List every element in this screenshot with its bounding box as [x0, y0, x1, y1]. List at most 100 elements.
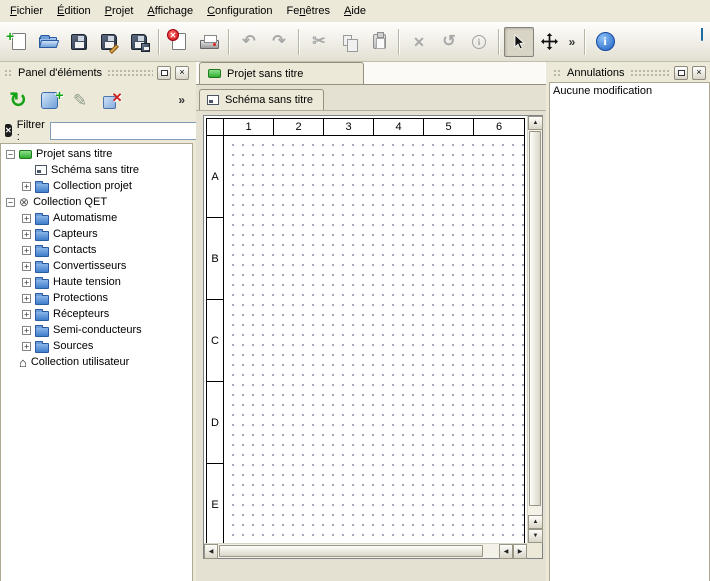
move-mode-button[interactable] [534, 27, 564, 57]
close-project-button[interactable]: ✕ [164, 27, 194, 57]
print-icon [200, 40, 219, 49]
dock-grip [553, 69, 562, 77]
paste-button[interactable] [364, 27, 394, 57]
save-button[interactable] [64, 27, 94, 57]
expand-icon[interactable]: + [22, 182, 31, 191]
collapse-icon[interactable]: − [6, 198, 15, 207]
tree-item-capteurs[interactable]: + Capteurs [1, 226, 192, 242]
expand-icon[interactable]: + [22, 342, 31, 351]
dock-close-button[interactable]: × [692, 66, 706, 80]
toolbar-overflow-button[interactable]: » [564, 27, 580, 57]
panel-overflow-button[interactable]: » [174, 93, 189, 107]
tree-item-label: Collection projet [53, 180, 132, 192]
mdi-area: Projet sans titre Schéma sans titre 1 2 [196, 62, 546, 581]
scroll-right-button[interactable]: ▶ [513, 544, 527, 559]
rotate-button[interactable]: ↺ [434, 27, 464, 57]
expand-icon[interactable]: + [22, 310, 31, 319]
menu-fichier[interactable]: Fichier [3, 2, 50, 20]
schema-icon [207, 95, 219, 105]
expand-icon[interactable]: + [22, 230, 31, 239]
column-label: 6 [474, 119, 524, 135]
new-element-button[interactable]: + [35, 86, 63, 114]
tree-item-automatisme[interactable]: + Automatisme [1, 210, 192, 226]
open-project-button[interactable] [34, 27, 64, 57]
save-all-icon [131, 34, 147, 50]
dock-float-button[interactable] [157, 66, 171, 80]
schema-tab[interactable]: Schéma sans titre [199, 89, 324, 110]
expand-icon[interactable]: + [22, 262, 31, 271]
clipped-toolbar-button[interactable] [701, 28, 710, 54]
tree-item-contacts[interactable]: + Contacts [1, 242, 192, 258]
toolbar-separator [298, 29, 300, 55]
save-as-button[interactable] [94, 27, 124, 57]
menu-aide[interactable]: Aide [337, 2, 373, 20]
tree-item-semi-conducteurs[interactable]: + Semi-conducteurs [1, 322, 192, 338]
application-window: Fichier Édition Projet Affichage Configu… [0, 0, 710, 581]
menu-configuration[interactable]: Configuration [200, 2, 279, 20]
menu-affichage[interactable]: Affichage [140, 2, 200, 20]
expand-icon[interactable]: + [22, 278, 31, 287]
undo-panel-titlebar[interactable]: Annulations × [551, 64, 708, 81]
tree-item-project[interactable]: − Projet sans titre [1, 146, 192, 162]
project-tab[interactable]: Projet sans titre [199, 62, 364, 84]
tree-item-collection-qet[interactable]: − ⊗ Collection QET [1, 194, 192, 210]
expand-icon[interactable]: + [22, 214, 31, 223]
delete-element-button[interactable]: ✕ [97, 86, 125, 114]
expand-icon[interactable]: + [22, 294, 31, 303]
clear-filter-icon[interactable]: ✕ [5, 124, 12, 137]
cut-button[interactable]: ✂ [304, 27, 334, 57]
dock-close-button[interactable]: × [175, 66, 189, 80]
new-document-button[interactable]: + [4, 27, 34, 57]
vertical-scroll-thumb[interactable] [529, 131, 541, 506]
undo-history-list[interactable]: Aucune modification [549, 82, 710, 581]
select-mode-button[interactable] [504, 27, 534, 57]
tree-item-collection-projet[interactable]: + Collection projet [1, 178, 192, 194]
tree-item-collection-utilisateur[interactable]: ⌂ Collection utilisateur [1, 354, 192, 370]
menu-edition[interactable]: Édition [50, 2, 98, 20]
tree-item-sources[interactable]: + Sources [1, 338, 192, 354]
horizontal-scrollbar[interactable]: ◀ ◀ ▶ [204, 543, 527, 558]
diagram-canvas[interactable]: 1 2 3 4 5 6 A B C D E [204, 116, 527, 543]
filter-input[interactable] [50, 122, 198, 140]
tree-item-schema[interactable]: Schéma sans titre [1, 162, 192, 178]
horizontal-scroll-thumb[interactable] [219, 545, 483, 557]
print-button[interactable] [194, 27, 224, 57]
delete-icon: ✕ [413, 35, 425, 49]
collapse-icon[interactable]: − [6, 150, 15, 159]
menu-projet[interactable]: Projet [98, 2, 141, 20]
vertical-scrollbar[interactable]: ▲ ▲ ▼ [527, 116, 542, 543]
scroll-up-button[interactable]: ▲ [528, 116, 543, 130]
about-qet-button[interactable]: i [590, 27, 620, 57]
dock-grip [107, 69, 153, 77]
new-element-icon: + [41, 92, 58, 109]
scroll-left-button[interactable]: ◀ [204, 544, 218, 559]
tree-item-protections[interactable]: + Protections [1, 290, 192, 306]
dot-grid[interactable] [224, 136, 524, 543]
edit-element-button[interactable]: ✎ [66, 86, 94, 114]
folder-icon [35, 247, 49, 257]
delete-button[interactable]: ✕ [404, 27, 434, 57]
dock-float-button[interactable] [674, 66, 688, 80]
scroll-up-button[interactable]: ▲ [528, 515, 543, 529]
tree-item-recepteurs[interactable]: + Récepteurs [1, 306, 192, 322]
expand-icon[interactable]: + [22, 246, 31, 255]
tree-item-haute-tension[interactable]: + Haute tension [1, 274, 192, 290]
expand-icon[interactable]: + [22, 326, 31, 335]
elements-panel-titlebar[interactable]: Panel d'éléments × [2, 64, 191, 81]
schema-tab-bar: Schéma sans titre [196, 85, 546, 111]
undo-button[interactable]: ↶ [234, 27, 264, 57]
delete-element-icon: ✕ [103, 96, 116, 109]
up-arrow-icon: ▲ [533, 120, 539, 126]
qet-collection-icon: ⊗ [19, 196, 29, 208]
menu-fenetres[interactable]: Fenêtres [280, 2, 337, 20]
redo-button[interactable]: ↷ [264, 27, 294, 57]
object-info-button[interactable]: i [464, 27, 494, 57]
tree-item-convertisseurs[interactable]: + Convertisseurs [1, 258, 192, 274]
elements-panel-toolbar: ↻ + ✎ ✕ » [0, 82, 193, 118]
cursor-arrow-icon [511, 34, 527, 50]
scroll-left-button[interactable]: ◀ [499, 544, 513, 559]
copy-button[interactable] [334, 27, 364, 57]
reload-collections-button[interactable]: ↻ [4, 86, 32, 114]
save-all-button[interactable] [124, 27, 154, 57]
scroll-down-button[interactable]: ▼ [528, 529, 543, 543]
